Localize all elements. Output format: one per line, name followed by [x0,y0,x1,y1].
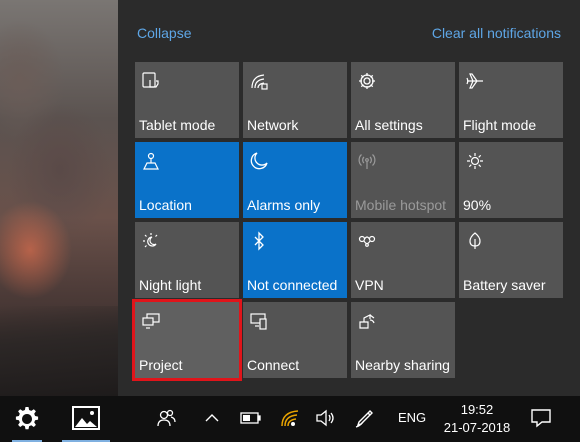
tile-tablet-mode[interactable]: Tablet mode [135,62,239,138]
photos-app-icon[interactable] [72,406,100,430]
connect-icon [249,311,269,331]
airplane-icon [465,71,485,91]
input-language[interactable]: ENG [398,410,426,425]
tile-label: All settings [355,117,423,133]
windows-ink-pen-icon[interactable] [354,407,376,429]
tile-location[interactable]: Location [135,142,239,218]
chevron-up-icon[interactable] [204,410,220,426]
project-icon [141,311,161,331]
tile-label: Tablet mode [139,117,216,133]
tile-label: 90% [463,197,492,213]
clock-date: 21-07-2018 [443,420,511,435]
settings-gear-icon[interactable] [14,406,40,432]
brightness-icon [465,151,485,171]
tile-label: Network [247,117,299,133]
tile-vpn[interactable]: VPN [351,222,455,298]
tile-night-light[interactable]: Night light [135,222,239,298]
tablet-mode-icon [141,71,161,91]
quick-actions-grid: Tablet mode Network All settings Flight … [132,62,563,381]
gear-icon [357,71,377,91]
tile-alarms-only[interactable]: Alarms only [243,142,347,218]
tile-brightness[interactable]: 90% [459,142,563,218]
nearby-sharing-icon [357,311,377,331]
moon-icon [249,151,269,171]
tile-connect[interactable]: Connect [243,302,347,378]
battery-saver-icon [465,231,485,251]
location-icon [141,151,161,171]
hotspot-icon [357,151,377,171]
action-center-panel: Collapse Clear all notifications Tablet … [118,0,580,396]
tile-label: Night light [139,277,202,293]
collapse-link[interactable]: Collapse [137,25,191,41]
volume-icon[interactable] [315,408,335,428]
clear-all-notifications-link[interactable]: Clear all notifications [432,25,561,41]
tile-label: VPN [355,277,384,293]
taskbar: ENG 19:52 21-07-2018 [0,396,580,442]
tile-label: Flight mode [463,117,537,133]
tile-network[interactable]: Network [243,62,347,138]
tile-nearby-sharing[interactable]: Nearby sharing [351,302,455,378]
vpn-icon [357,231,377,251]
bluetooth-icon [249,231,269,251]
tile-battery-saver[interactable]: Battery saver [459,222,563,298]
wallpaper-ridge [0,306,120,396]
notifications-icon[interactable] [530,407,552,429]
tile-label: Battery saver [463,277,546,293]
tile-mobile-hotspot[interactable]: Mobile hotspot [351,142,455,218]
tile-label: Alarms only [247,197,321,213]
tile-bluetooth[interactable]: Not connected [243,222,347,298]
tile-label: Project [139,357,183,373]
battery-icon[interactable] [240,410,262,426]
wifi-icon[interactable] [280,408,300,428]
clock-time: 19:52 [460,402,494,417]
tile-label: Connect [247,357,300,373]
tile-label: Nearby sharing [355,357,450,373]
tile-label: Mobile hotspot [355,197,447,213]
clock[interactable]: 19:52 21-07-2018 [438,401,516,437]
people-icon[interactable] [156,408,176,428]
network-icon [249,71,269,91]
tile-label: Not connected [247,277,338,293]
tile-flight-mode[interactable]: Flight mode [459,62,563,138]
tile-project[interactable]: Project [132,299,242,381]
tile-all-settings[interactable]: All settings [351,62,455,138]
night-light-icon [141,231,161,251]
desktop-wallpaper [0,0,120,396]
tile-label: Location [139,197,192,213]
